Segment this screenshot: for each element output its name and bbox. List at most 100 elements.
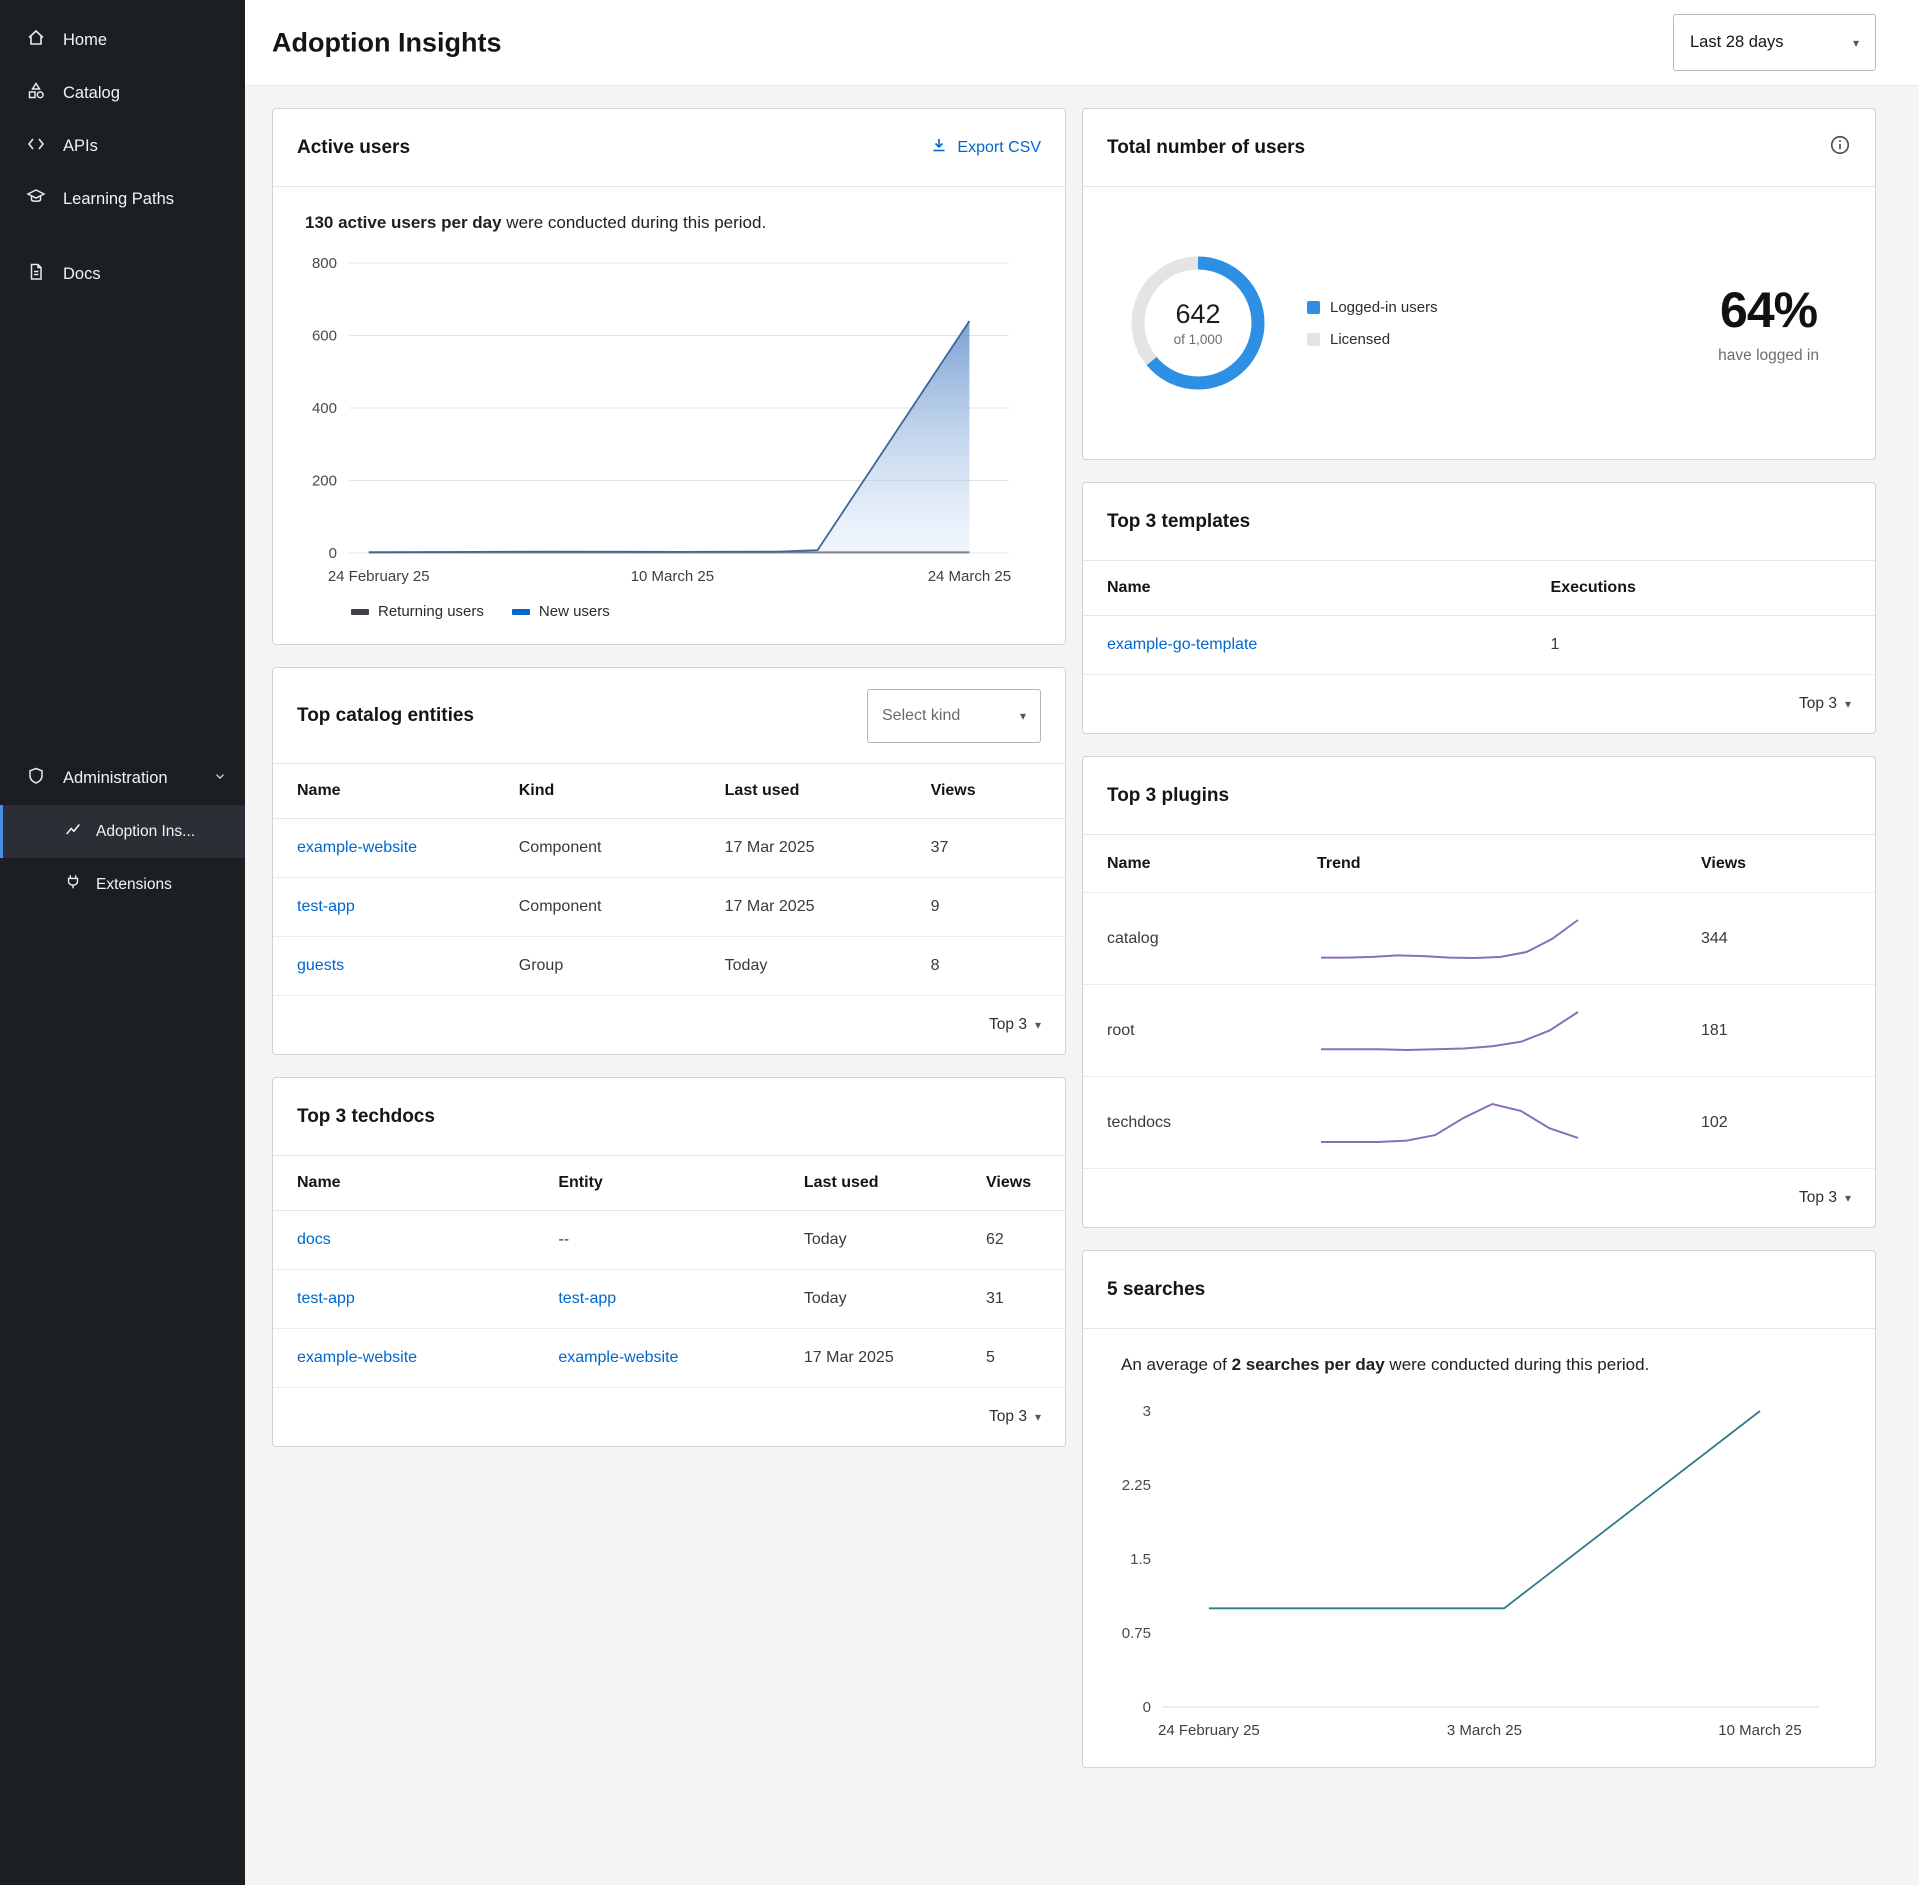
techdoc-link[interactable]: example-website (297, 1349, 417, 1366)
kind-filter-select[interactable]: Select kind ▾ (867, 689, 1041, 743)
table-header-row: Name Trend Views (1083, 835, 1875, 893)
searches-card: 5 searches An average of 2 searches per … (1082, 1250, 1876, 1768)
sidebar-item-catalog[interactable]: Catalog (0, 67, 245, 120)
date-range-select[interactable]: Last 28 days ▾ (1673, 14, 1876, 71)
cell-last-used: Today (780, 1270, 962, 1329)
sidebar-item-label: Learning Paths (63, 190, 174, 209)
top-techdocs-card: Top 3 techdocs Name Entity Last used Vie… (272, 1077, 1066, 1447)
card-footer: Top 3 ▾ (273, 996, 1065, 1054)
top-plugins-card: Top 3 plugins Name Trend Views catalog 3… (1082, 756, 1876, 1228)
home-icon (26, 28, 46, 53)
plugin-views: 181 (1701, 1022, 1851, 1040)
logged-in-swatch (1307, 301, 1320, 314)
sidebar-item-learning-paths[interactable]: Learning Paths (0, 173, 245, 226)
cell-last-used: 17 Mar 2025 (701, 878, 907, 937)
column-header: Views (1701, 855, 1851, 873)
cell-views: 8 (907, 937, 1065, 996)
catalog-entities-table: Name Kind Last used Views example-websit… (273, 764, 1065, 996)
entity-link[interactable]: example-website (297, 839, 417, 856)
cell-entity: -- (534, 1211, 780, 1270)
row-count-select[interactable]: Top 3 ▾ (1799, 695, 1851, 713)
plugin-name: catalog (1107, 930, 1317, 948)
entity-link[interactable]: test-app (558, 1290, 616, 1307)
legend-new-users: New users (512, 603, 610, 620)
sidebar-item-label: APIs (63, 137, 98, 156)
donut-value: 642 (1175, 299, 1220, 330)
table-row: root 181 (1083, 985, 1875, 1077)
entity-link[interactable]: example-website (558, 1349, 678, 1366)
users-donut-chart: 642 of 1,000 (1123, 248, 1273, 398)
svg-text:10 March 25: 10 March 25 (631, 568, 714, 585)
column-header: Last used (780, 1156, 962, 1211)
row-count-select[interactable]: Top 3 ▾ (989, 1016, 1041, 1034)
sidebar-item-docs[interactable]: Docs (0, 248, 245, 301)
info-icon[interactable] (1829, 134, 1851, 161)
techdoc-link[interactable]: test-app (297, 1290, 355, 1307)
learning-paths-icon (26, 187, 46, 212)
svg-text:10 March 25: 10 March 25 (1718, 1722, 1801, 1739)
legend-returning-users: Returning users (351, 603, 484, 620)
svg-text:200: 200 (312, 473, 337, 490)
table-row: example-website example-website 17 Mar 2… (273, 1329, 1065, 1388)
svg-text:24 March 25: 24 March 25 (928, 568, 1011, 585)
plugin-name: root (1107, 1022, 1317, 1040)
cell-last-used: 17 Mar 2025 (701, 819, 907, 878)
techdoc-link[interactable]: docs (297, 1231, 331, 1248)
column-header: Last used (701, 764, 907, 819)
table-row: example-go-template 1 (1083, 616, 1875, 675)
export-csv-button[interactable]: Export CSV (930, 136, 1041, 159)
sidebar-item-home[interactable]: Home (0, 14, 245, 67)
column-header: Trend (1317, 855, 1701, 873)
techdocs-table: Name Entity Last used Views docs -- Toda… (273, 1156, 1065, 1388)
entity-link[interactable]: guests (297, 957, 344, 974)
sidebar-item-label: Home (63, 31, 107, 50)
cell-executions: 1 (1527, 616, 1875, 675)
apis-icon (26, 134, 46, 159)
svg-text:3 March 25: 3 March 25 (1447, 1722, 1522, 1739)
total-users-body: 642 of 1,000 Logged-in users Licensed (1083, 187, 1875, 459)
entity-link[interactable]: test-app (297, 898, 355, 915)
dashboard-content: Active users Export CSV 130 active users… (272, 108, 1876, 1768)
searches-chart: 32.251.50.75024 February 253 March 2510 … (1107, 1397, 1851, 1743)
sidebar-item-apis[interactable]: APIs (0, 120, 245, 173)
cell-kind: Component (495, 878, 701, 937)
shield-icon (26, 766, 46, 791)
date-range-value: Last 28 days (1690, 33, 1784, 52)
svg-text:24 February 25: 24 February 25 (328, 568, 430, 585)
table-header-row: Name Executions (1083, 561, 1875, 616)
svg-text:800: 800 (312, 255, 337, 272)
cell-kind: Group (495, 937, 701, 996)
card-title: 5 searches (1107, 1279, 1205, 1301)
sidebar-item-adoption-insights[interactable]: Adoption Ins... (0, 805, 245, 858)
column-header: Views (907, 764, 1065, 819)
sidebar-item-extensions[interactable]: Extensions (0, 858, 245, 911)
card-title: Top 3 plugins (1107, 785, 1229, 807)
svg-text:24 February 25: 24 February 25 (1158, 1722, 1260, 1739)
plugin-views: 344 (1701, 930, 1851, 948)
svg-text:1.5: 1.5 (1130, 1551, 1151, 1568)
docs-icon (26, 262, 46, 287)
cell-views: 31 (962, 1270, 1065, 1329)
download-icon (930, 136, 948, 159)
plugin-trend-sparkline (1317, 916, 1701, 962)
percent-block: 64% have logged in (1718, 281, 1819, 365)
row-count-select[interactable]: Top 3 ▾ (1799, 1189, 1851, 1207)
chevron-down-icon: ▾ (1845, 698, 1851, 710)
column-header: Executions (1527, 561, 1875, 616)
column-header: Name (1107, 855, 1317, 873)
cell-last-used: 17 Mar 2025 (780, 1329, 962, 1388)
template-link[interactable]: example-go-template (1107, 636, 1257, 653)
chevron-down-icon: ▾ (1853, 37, 1859, 49)
card-footer: Top 3 ▾ (1083, 675, 1875, 733)
plug-icon (64, 873, 82, 896)
table-row: example-website Component 17 Mar 2025 37 (273, 819, 1065, 878)
sidebar-item-administration[interactable]: Administration (0, 752, 245, 805)
chevron-down-icon: ▾ (1020, 710, 1026, 722)
table-header-row: Name Entity Last used Views (273, 1156, 1065, 1211)
svg-text:0: 0 (329, 545, 337, 562)
top-bar: Adoption Insights Last 28 days ▾ (245, 0, 1919, 86)
row-count-select[interactable]: Top 3 ▾ (989, 1408, 1041, 1426)
cell-last-used: Today (780, 1211, 962, 1270)
donut-legend: Logged-in users Licensed (1307, 299, 1438, 348)
table-row: test-app test-app Today 31 (273, 1270, 1065, 1329)
